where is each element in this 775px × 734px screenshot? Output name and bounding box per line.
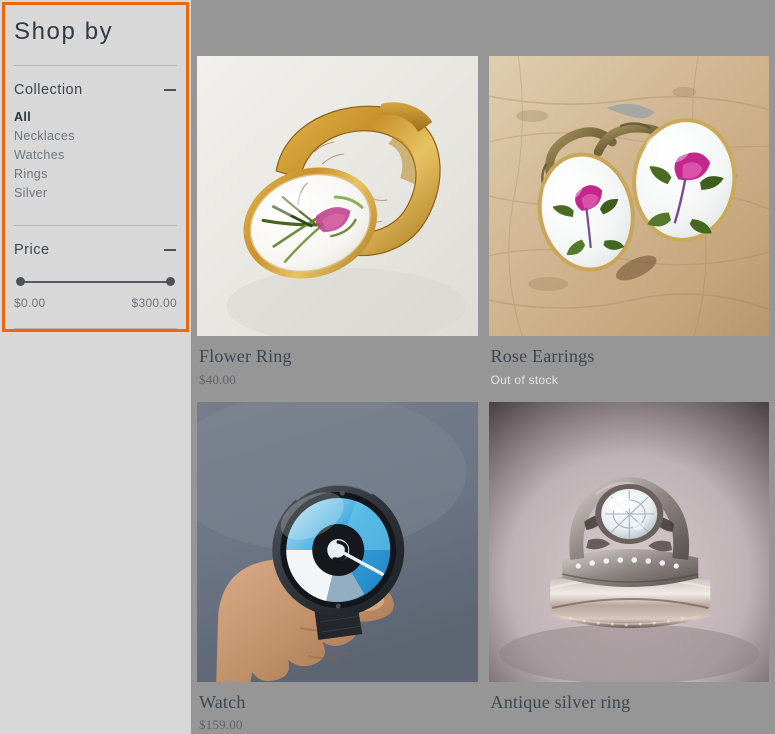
product-card-watch[interactable]: Watch $159.00 [197, 401, 478, 734]
watch-illustration [197, 401, 478, 682]
product-info-flower-ring: Flower Ring $40.00 [197, 336, 478, 402]
product-title: Antique silver ring [490, 691, 631, 712]
minus-icon[interactable] [164, 243, 177, 256]
product-grid-area: Flower Ring $40.00 Rose Earrings Out of … [191, 0, 775, 734]
product-image-flower-ring[interactable] [197, 56, 478, 336]
filter-group-price-header[interactable]: Price [14, 240, 177, 268]
price-max-label: $300.00 [131, 295, 177, 310]
price-slider-handle-max[interactable] [166, 276, 175, 286]
divider-under-price [14, 327, 177, 329]
rose-earrings-illustration [488, 56, 769, 336]
product-info-watch: Watch $159.00 [197, 682, 478, 734]
product-card-antique-silver-ring[interactable]: Antique silver ring [488, 401, 770, 734]
filter-group-collection: Collection All Necklaces Watches Rings S… [14, 66, 177, 207]
shop-page: Shop by Collection All Necklaces Watches… [0, 0, 775, 734]
page-title: Shop by [14, 18, 114, 45]
shop-by-sidebar: Shop by Collection All Necklaces Watches… [0, 0, 191, 734]
filter-group-price-label: Price [14, 241, 50, 258]
product-title: Watch [199, 691, 246, 712]
antique-silver-ring-illustration [488, 401, 769, 682]
filter-group-price: Price $0.00 $300.00 [14, 226, 177, 310]
collection-option-list: All Necklaces Watches Rings Silver [14, 108, 177, 207]
price-slider-track [21, 280, 170, 283]
collection-option-watches[interactable]: Watches [14, 146, 177, 165]
collection-option-necklaces[interactable]: Necklaces [14, 127, 177, 146]
flower-ring-illustration [197, 56, 478, 336]
product-title: Flower Ring [199, 346, 292, 366]
product-card-rose-earrings[interactable]: Rose Earrings Out of stock [488, 56, 770, 402]
collection-option-rings[interactable]: Rings [14, 165, 177, 184]
filter-group-collection-label: Collection [14, 81, 83, 98]
product-status-badge: Out of stock [490, 372, 559, 387]
product-info-antique-silver-ring: Antique silver ring [489, 682, 770, 728]
price-slider-handle-min[interactable] [16, 276, 25, 286]
collection-option-all[interactable]: All [14, 108, 177, 127]
price-range-values: $0.00 $300.00 [14, 296, 177, 310]
product-price: $159.00 [199, 717, 243, 733]
price-range-slider[interactable] [15, 274, 176, 290]
product-image-antique-silver-ring[interactable] [488, 401, 769, 682]
product-image-rose-earrings[interactable] [488, 56, 769, 336]
product-info-rose-earrings: Rose Earrings Out of stock [489, 336, 770, 401]
product-grid: Flower Ring $40.00 Rose Earrings Out of … [197, 56, 769, 734]
price-min-label: $0.00 [14, 295, 46, 310]
collection-option-silver[interactable]: Silver [14, 184, 177, 203]
product-card-flower-ring[interactable]: Flower Ring $40.00 [197, 56, 478, 402]
product-image-watch[interactable] [197, 401, 478, 682]
product-price: $40.00 [199, 371, 236, 387]
minus-icon[interactable] [164, 83, 177, 96]
filter-group-collection-header[interactable]: Collection [14, 80, 177, 108]
product-title: Rose Earrings [490, 346, 595, 366]
